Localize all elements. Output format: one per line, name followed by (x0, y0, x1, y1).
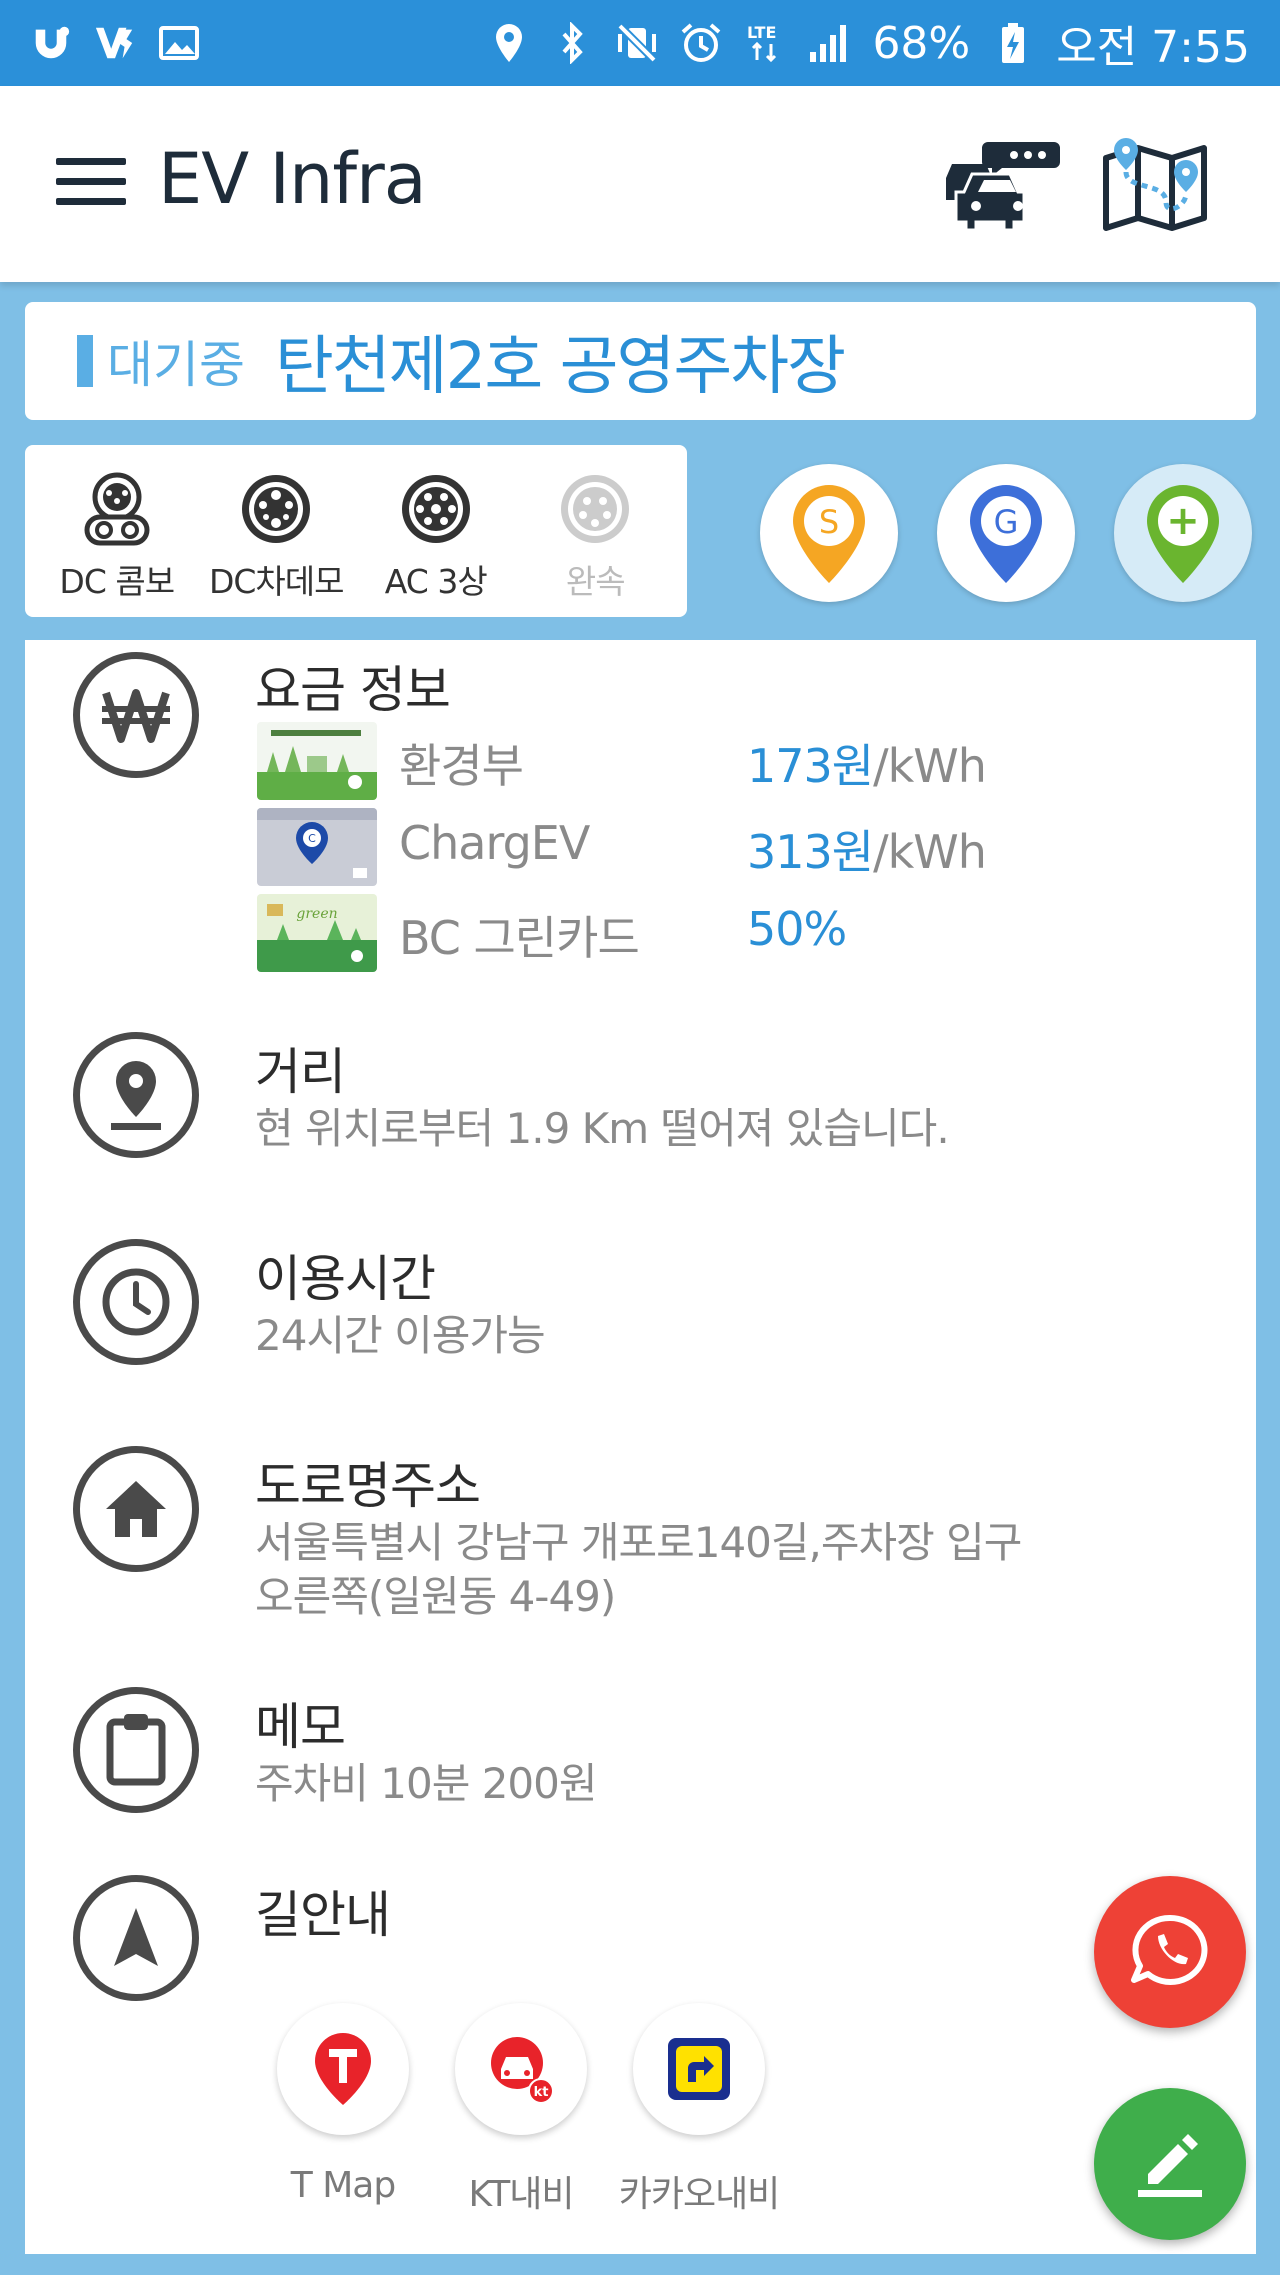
u-plus-icon (30, 22, 72, 64)
svg-text:C: C (308, 832, 316, 845)
station-header: 대기중 탄천제2호 공영주차장 (25, 302, 1256, 420)
alarm-icon (680, 22, 722, 64)
station-name: 탄천제2호 공영주차장 (275, 330, 846, 404)
address-line-2: 오른쪽(일원동 4-49) (255, 1572, 616, 1621)
home-icon (73, 1446, 199, 1572)
connector-types: DC 콤보 DC차데모 AC 3상 완속 (25, 445, 687, 617)
kakao-navi-button[interactable]: 카카오내비 (619, 2003, 780, 2217)
connector-label: 완속 (565, 562, 626, 601)
app-title: EV Infra (158, 138, 427, 220)
price-provider: 환경부 (399, 739, 524, 793)
add-pin-button[interactable]: + (1114, 464, 1252, 602)
hours-title: 이용시간 (255, 1250, 436, 1308)
v3-icon (94, 22, 136, 64)
memo-title: 메모 (255, 1698, 346, 1756)
menu-icon[interactable] (56, 158, 126, 208)
distance-text: 현 위치로부터 1.9 Km 떨어져 있습니다. (255, 1104, 950, 1153)
connector-label: DC차데모 (208, 562, 345, 601)
svg-text:+: + (1166, 498, 1200, 544)
status-bar-right: LTE 68% 오전 7:55 (488, 11, 1250, 75)
location-pin-icon (73, 1032, 199, 1158)
route-map-icon[interactable] (1100, 130, 1210, 234)
chargev-card-image: C (257, 808, 377, 886)
dc-combo-connector-icon (84, 472, 150, 546)
moe-card-image (257, 722, 377, 800)
price-row: C ChargEV 313원/kWh (257, 808, 1157, 886)
g-pin-button[interactable]: G (937, 464, 1075, 602)
navigation-arrow-icon (73, 1875, 199, 2001)
lte-icon: LTE (744, 22, 786, 64)
price-value: 50% (747, 902, 847, 956)
svg-text:green: green (296, 906, 337, 922)
connector-ac3: AC 3상 (361, 471, 511, 603)
plus-pin-icon: + (1147, 485, 1219, 583)
svg-text:S: S (819, 503, 839, 541)
svg-text:LTE: LTE (747, 23, 776, 42)
battery-percent: 68% (872, 17, 971, 69)
gallery-icon (158, 22, 200, 64)
kt-navi-label: KT내비 (468, 2174, 574, 2215)
tmap-label: T Map (290, 2165, 396, 2206)
clock: 오전 7:55 (1056, 22, 1250, 73)
kakao-navi-icon[interactable] (633, 2003, 765, 2135)
connector-dc-combo: DC 콤보 (42, 471, 192, 603)
clock-icon (73, 1239, 199, 1365)
price-value: 173원/kWh (747, 739, 987, 793)
signal-icon (808, 22, 850, 64)
hours-text: 24시간 이용가능 (255, 1311, 546, 1360)
distance-title: 거리 (255, 1043, 346, 1101)
phone-chat-icon (1131, 1914, 1208, 1985)
connector-label: DC 콤보 (59, 562, 175, 601)
status-bar: LTE 68% 오전 7:55 (0, 0, 1280, 86)
app-bar: EV Infra (0, 86, 1280, 282)
s-pin-button[interactable]: S (760, 464, 898, 602)
fee-title: 요금 정보 (255, 661, 451, 719)
s-pin-icon: S (793, 485, 865, 583)
chademo-connector-icon (242, 475, 311, 543)
price-provider: ChargEV (399, 816, 590, 870)
tmap-button[interactable]: T Map (275, 2003, 411, 2217)
connector-slow: 완속 (520, 471, 670, 603)
won-icon (73, 652, 199, 778)
tmap-icon[interactable] (277, 2003, 409, 2135)
status-marker (77, 335, 93, 387)
kakao-navi-label: 카카오내비 (618, 2174, 781, 2215)
slow-connector-icon (561, 475, 630, 543)
pencil-icon (1138, 2134, 1202, 2197)
traffic-icon[interactable] (940, 134, 1060, 234)
navigation-apps: T Map kt KT내비 카카오내비 (275, 2003, 780, 2217)
memo-text: 주차비 10분 200원 (255, 1759, 598, 1808)
navigation-title: 길안내 (255, 1886, 391, 1944)
location-icon (488, 22, 530, 64)
svg-text:kt: kt (534, 2085, 549, 2100)
ac3-connector-icon (401, 475, 470, 543)
bc-green-card-image: green (257, 894, 377, 972)
station-status: 대기중 (107, 336, 245, 394)
clipboard-icon (73, 1687, 199, 1813)
station-details: 요금 정보 환경부 173원/kWh C ChargEV 313원/kWh gr… (25, 640, 1256, 2254)
status-bar-left (30, 22, 200, 64)
price-row: green BC 그린카드 50% (257, 894, 1157, 972)
price-value: 313원/kWh (747, 825, 987, 879)
address-title: 도로명주소 (255, 1457, 481, 1515)
connector-label: AC 3상 (384, 562, 488, 601)
connector-chademo: DC차데모 (201, 471, 351, 603)
bluetooth-icon (552, 22, 594, 64)
price-provider: BC 그린카드 (399, 911, 640, 965)
kt-navi-icon[interactable]: kt (455, 2003, 587, 2135)
battery-charging-icon (992, 22, 1034, 64)
svg-text:G: G (994, 503, 1019, 541)
mute-vibrate-icon (616, 22, 658, 64)
edit-button[interactable] (1094, 2088, 1246, 2240)
kt-navi-button[interactable]: kt KT내비 (453, 2003, 589, 2217)
g-pin-icon: G (970, 485, 1042, 583)
call-button[interactable] (1094, 1876, 1246, 2028)
price-row: 환경부 173원/kWh (257, 722, 1157, 800)
address-line-1: 서울특별시 강남구 개포로140길,주차장 입구 (255, 1518, 1022, 1567)
